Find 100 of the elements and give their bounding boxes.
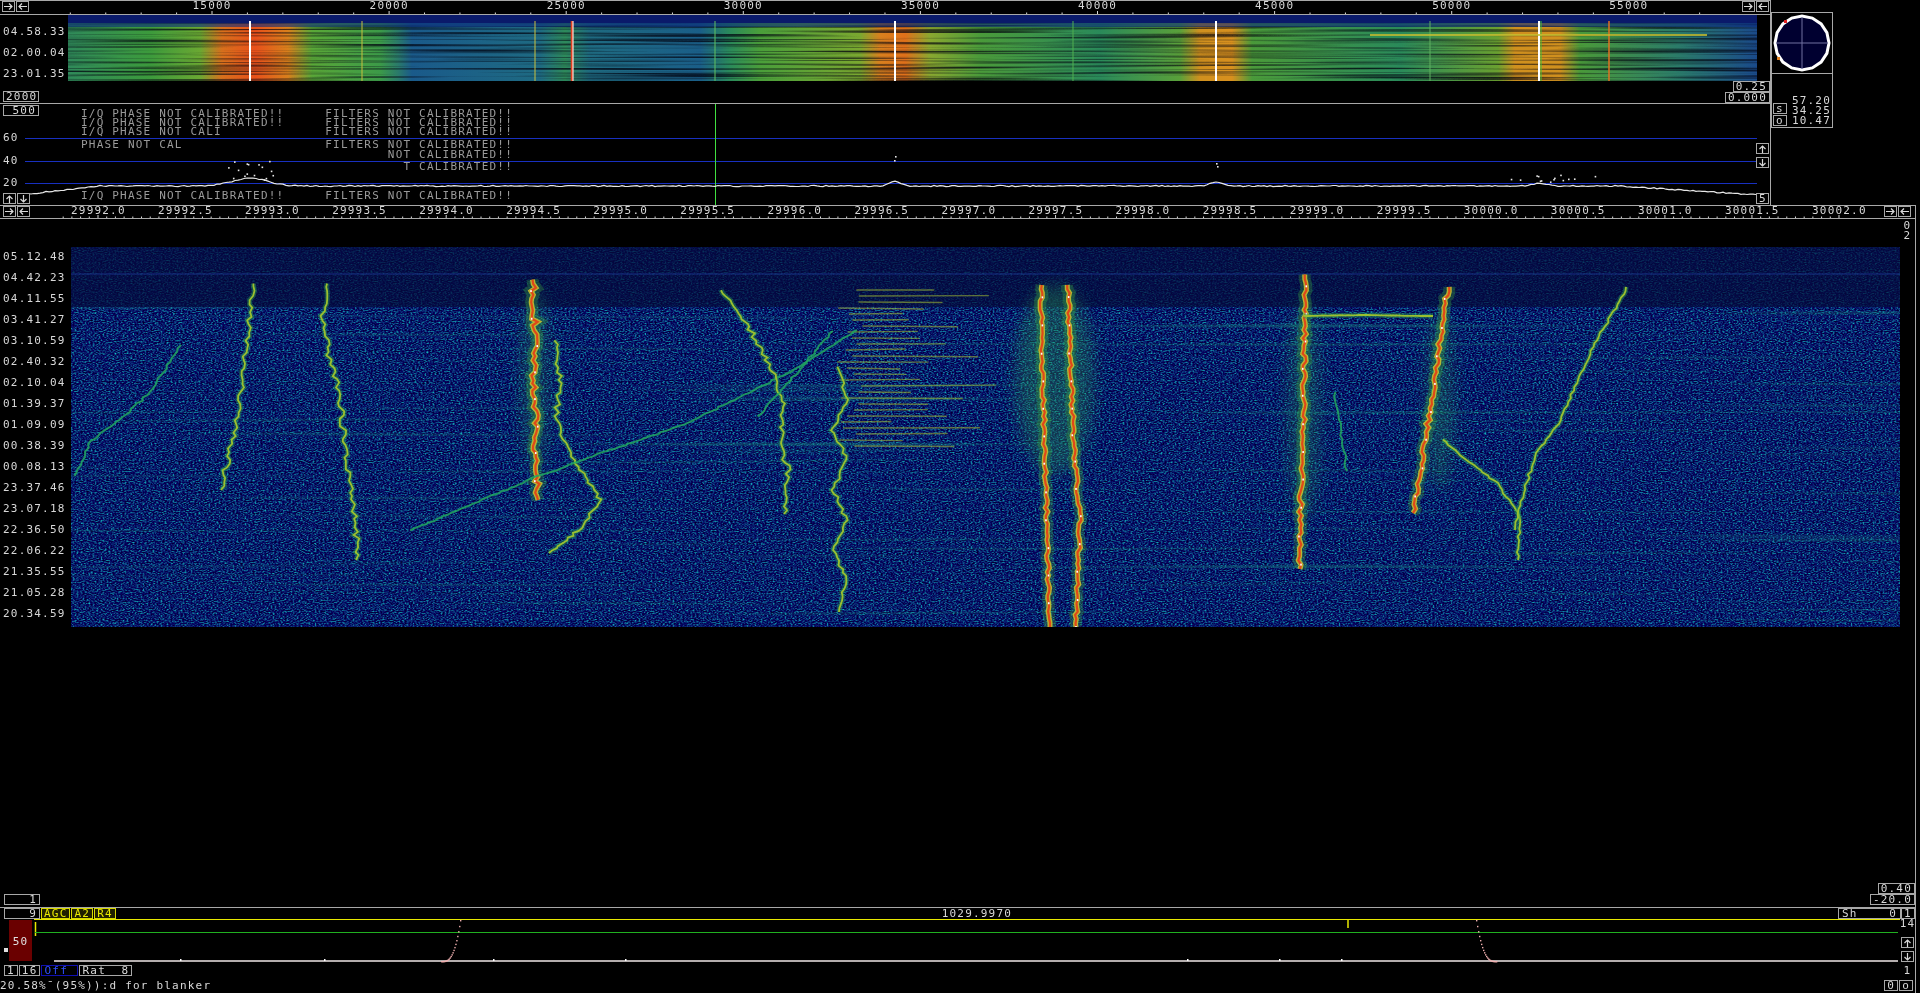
down-arrow-button[interactable] <box>1756 157 1769 168</box>
left-arrow-button[interactable] <box>17 206 30 217</box>
arrow-up-icon <box>6 194 13 203</box>
average-count-button[interactable]: 500 <box>3 105 39 116</box>
value-button[interactable]: Rat 8 <box>79 965 133 976</box>
frequency-label: 15000 <box>192 1 232 11</box>
time-label: 04.11.55 <box>3 294 67 304</box>
warning-text: T CALIBRATED!! <box>403 162 513 171</box>
scale-label: 14 <box>1899 919 1916 929</box>
frequency-label: 29998.5 <box>1202 206 1258 215</box>
frequency-label: 29995.5 <box>680 206 736 215</box>
toggle-button[interactable]: Off <box>41 965 79 976</box>
time-label: 23.01.35 <box>3 69 67 79</box>
shift-button[interactable]: Sh 0 <box>1838 908 1901 919</box>
right-arrow-button[interactable] <box>1742 1 1755 12</box>
gain-value-button[interactable]: 2000 <box>3 91 39 102</box>
frequency-label: 29998.0 <box>1115 206 1171 215</box>
down-arrow-button[interactable] <box>17 193 30 204</box>
arrow-up-icon <box>1904 938 1911 947</box>
time-label: 20.34.59 <box>3 609 67 619</box>
arrow-left-icon <box>19 208 28 215</box>
arrow-down-icon <box>20 194 27 203</box>
left-arrow-button[interactable] <box>1756 1 1769 12</box>
frequency-label: 29993.5 <box>332 206 387 215</box>
up-arrow-button[interactable] <box>3 193 16 204</box>
warning-text: I/Q PHASE NOT CALIBRATED!! <box>81 191 285 200</box>
warning-text: FILTERS NOT CALIBRATED!! <box>325 109 513 118</box>
warning-text: FILTERS NOT CALIBRATED!! <box>325 140 513 149</box>
step-value-button[interactable]: 5 <box>1756 193 1769 204</box>
up-arrow-button[interactable] <box>1756 143 1769 154</box>
frequency-label: 30000 <box>723 1 763 11</box>
time-label: 00.38.39 <box>3 441 67 451</box>
time-label: 03.10.59 <box>3 336 67 346</box>
warning-text: PHASE NOT CAL <box>81 140 183 149</box>
time-label: 23.37.46 <box>3 483 67 493</box>
polarization-value: 10.47 <box>1791 116 1831 126</box>
arrow-right-icon <box>4 3 13 10</box>
time-label: 23.07.18 <box>3 504 67 514</box>
mode-button[interactable]: o <box>1773 115 1787 126</box>
down-arrow-button[interactable] <box>1901 951 1914 962</box>
frequency-readout: 1029.9970 <box>941 908 1013 919</box>
right-arrow-button[interactable] <box>2 1 15 12</box>
frequency-label: 29999.5 <box>1376 206 1432 215</box>
right-arrow-button[interactable] <box>3 206 16 217</box>
time-label: 02.00.04 <box>3 48 67 58</box>
axis-label: 20 <box>3 178 19 188</box>
arrow-down-icon <box>1904 952 1911 961</box>
polarization-value: 57.20 <box>1791 96 1831 106</box>
time-label: 04.42.23 <box>3 273 67 283</box>
frequency-label: 29999.0 <box>1289 206 1345 215</box>
frequency-label: 29994.5 <box>506 206 561 215</box>
arrow-up-icon <box>1759 144 1766 153</box>
time-label: 02.10.04 <box>3 378 67 388</box>
frequency-label: 29993.0 <box>245 206 300 215</box>
frequency-label: 29997.5 <box>1028 206 1084 215</box>
time-label: 22.36.50 <box>3 525 67 535</box>
frequency-label: 29995.0 <box>593 206 649 215</box>
frequency-label: 30000.0 <box>1463 206 1519 215</box>
left-arrow-button[interactable] <box>1898 206 1911 217</box>
time-label: 22.06.22 <box>3 546 67 556</box>
frequency-label: 29992.0 <box>71 206 126 215</box>
arrow-right-icon <box>1886 208 1895 215</box>
value-button[interactable]: 1 <box>4 965 18 976</box>
shift-label: Sh <box>1842 909 1858 918</box>
frequency-label: 30000.5 <box>1550 206 1606 215</box>
scale-label: 0 <box>1903 221 1912 231</box>
scale-value-button[interactable]: 0.000 <box>1724 92 1770 103</box>
scale-label: 2 <box>1903 231 1912 241</box>
arrow-right-icon <box>5 208 14 215</box>
shift-value: 0 <box>1889 909 1897 918</box>
time-label: 01.09.09 <box>3 420 67 430</box>
scale-value-button[interactable]: -20.0 <box>1869 894 1915 905</box>
frequency-label: 29996.5 <box>854 206 910 215</box>
frequency-label: 29994.0 <box>419 206 474 215</box>
time-label: 05.12.48 <box>3 252 67 262</box>
time-label: 04.58.33 <box>3 27 67 37</box>
frequency-label: 30002.0 <box>1812 206 1867 215</box>
mode-toggle-button[interactable]: A2 <box>71 908 94 919</box>
warning-text: I/Q PHASE NOT CALI <box>81 127 222 136</box>
frequency-label: 20000 <box>369 1 409 11</box>
right-arrow-button[interactable] <box>1884 206 1897 217</box>
time-label: 01.39.37 <box>3 399 67 409</box>
frequency-label: 29996.0 <box>767 206 823 215</box>
status-text: 20.58%¯(95%)):d for blanker <box>0 980 212 991</box>
up-arrow-button[interactable] <box>1901 937 1914 948</box>
time-label: 03.41.27 <box>3 315 67 325</box>
value-button[interactable]: 16 <box>18 965 41 976</box>
mode-button[interactable]: s <box>1773 103 1787 114</box>
axis-label: 60 <box>3 133 19 143</box>
mode-button[interactable]: o <box>1899 980 1913 991</box>
arrow-left-icon <box>1758 3 1767 10</box>
frequency-label: 55000 <box>1609 1 1649 11</box>
mode-toggle-button[interactable]: R4 <box>94 908 116 919</box>
mode-toggle-button[interactable]: AGC <box>41 908 71 919</box>
value-button[interactable]: 1 <box>1901 908 1915 919</box>
left-arrow-button[interactable] <box>16 1 29 12</box>
value-button[interactable]: 1 <box>4 894 40 905</box>
value-button[interactable]: 9 <box>4 908 40 919</box>
arrow-right-icon <box>1744 3 1753 10</box>
mode-button[interactable]: 0 <box>1884 980 1899 991</box>
